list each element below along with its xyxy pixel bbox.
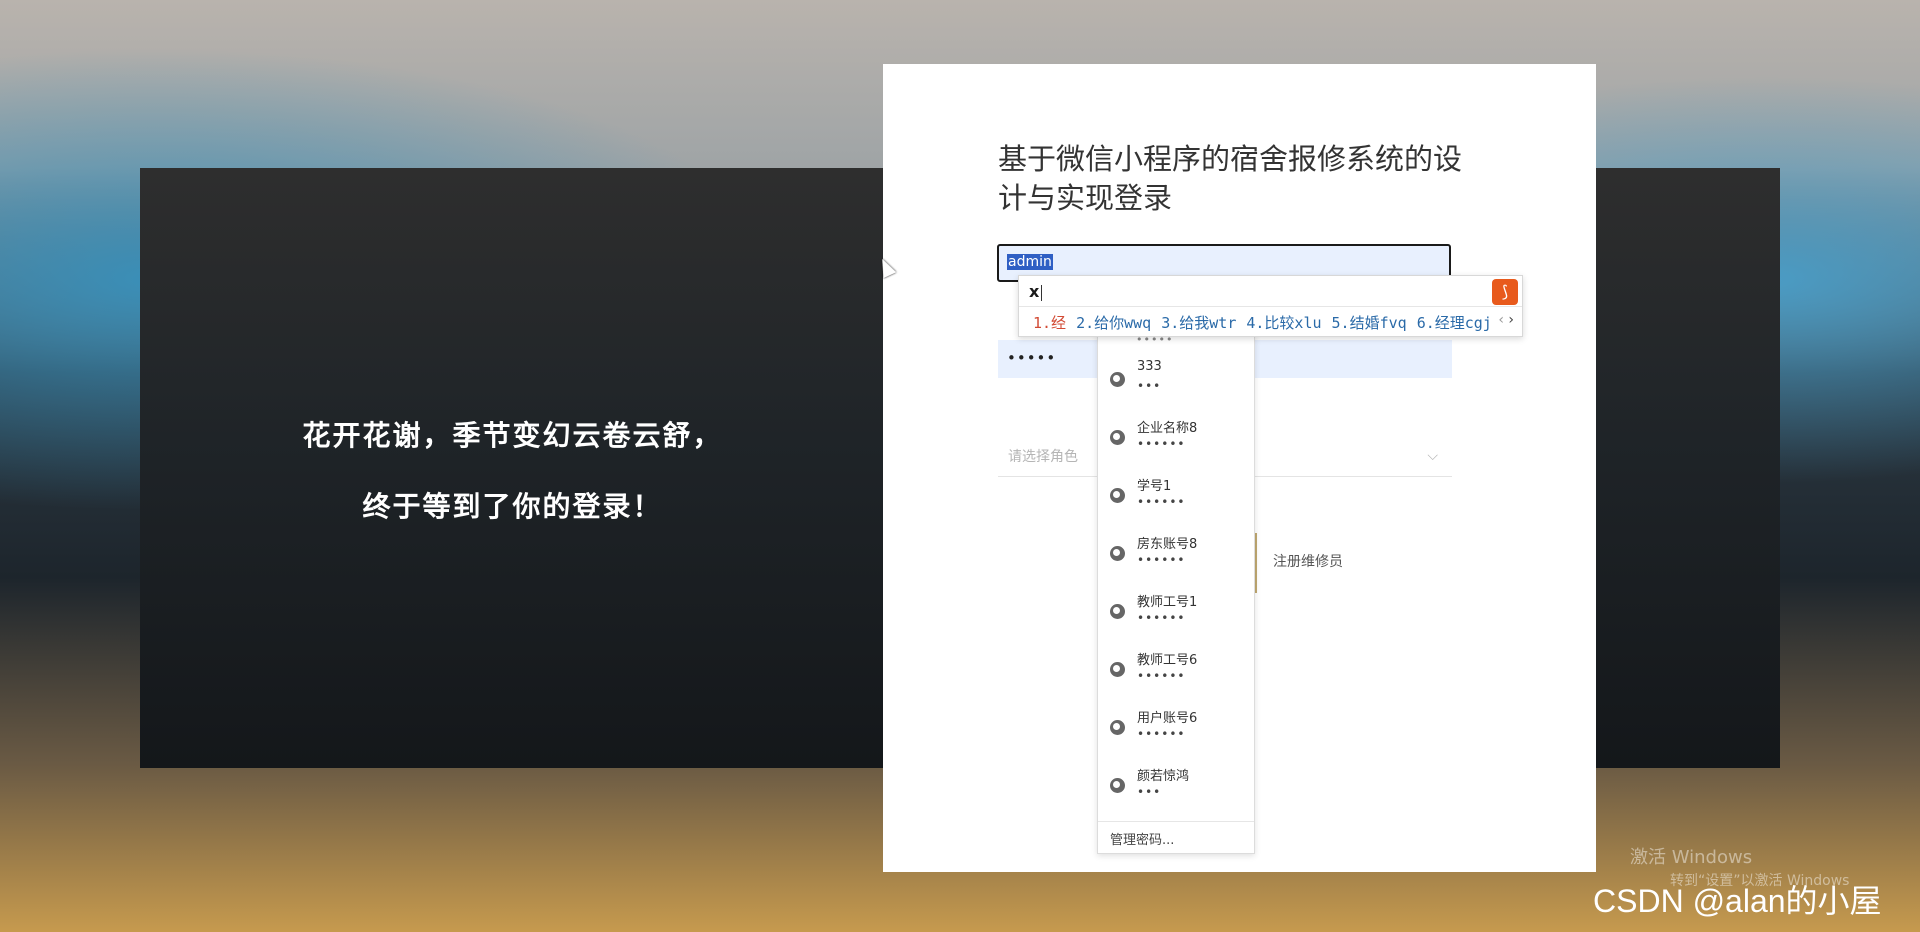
saved-username: 333 <box>1137 359 1162 374</box>
saved-username: 房东账号8 <box>1137 537 1198 552</box>
saved-password-item[interactable]: 房东账号8 •••••• <box>1098 527 1254 585</box>
ime-input-text: x <box>1029 282 1040 301</box>
saved-password-mask: ••• <box>1137 785 1162 799</box>
password-value: ••••• <box>1007 349 1057 367</box>
saved-password-item[interactable]: 企业名称8 •••••• <box>1098 411 1254 469</box>
saved-password-mask: •••••• <box>1137 611 1186 625</box>
globe-icon <box>1110 488 1125 503</box>
saved-password-mask: •••••• <box>1137 669 1186 683</box>
saved-username: 学号1 <box>1137 479 1172 494</box>
saved-password-mask: •••••• <box>1137 727 1186 741</box>
saved-username: 教师工号1 <box>1137 595 1198 610</box>
saved-username: 用户账号6 <box>1137 711 1198 726</box>
sogou-logo-icon[interactable]: ⟆ <box>1492 279 1518 305</box>
globe-icon <box>1110 372 1125 387</box>
ime-candidate[interactable]: 1.经 <box>1033 314 1066 332</box>
chevron-left-icon[interactable]: ‹ <box>1498 312 1504 328</box>
globe-icon <box>1110 662 1125 677</box>
globe-icon <box>1110 430 1125 445</box>
windows-activation-watermark: 激活 Windows <box>1630 847 1753 868</box>
saved-password-item[interactable]: 学号1 •••••• <box>1098 469 1254 527</box>
saved-password-item[interactable]: 用户账号6 •••••• <box>1098 701 1254 759</box>
page-title: 基于微信小程序的宿舍报修系统的设计与实现登录 <box>998 142 1463 215</box>
ime-candidate[interactable]: 2.给你wwq <box>1076 314 1151 332</box>
slogan-line-1: 花开花谢，季节变幻云卷云舒， <box>302 419 723 452</box>
saved-password-mask: •••••• <box>1137 495 1186 509</box>
text-caret <box>1041 284 1043 301</box>
globe-icon <box>1110 546 1125 561</box>
chevron-right-icon[interactable]: › <box>1508 312 1514 328</box>
ime-candidate[interactable]: 3.给我wtr <box>1161 314 1236 332</box>
saved-password-item[interactable]: 颜若惊鸿 ••• <box>1098 759 1254 817</box>
saved-username: 企业名称8 <box>1137 421 1198 436</box>
ime-candidate[interactable]: 5.结婚fvq <box>1332 314 1407 332</box>
ime-candidate-list: 1.经 2.给你wwq 3.给我wtr 4.比较xlu 5.结婚fvq 6.经理cgj <box>1033 312 1502 333</box>
ime-candidate-window: x ⟆ 1.经 2.给你wwq 3.给我wtr 4.比较xlu 5.结婚fvq 6.经理c… <box>1018 275 1523 337</box>
register-repairman-link[interactable]: 注册维修员 <box>1273 551 1343 571</box>
dropdown-divider <box>1098 821 1254 822</box>
saved-password-mask: ••• <box>1137 379 1162 393</box>
slogan-line-2: 终于等到了你的登录！ <box>362 490 663 523</box>
saved-password-dropdown: ••••• 333 ••• 企业名称8 •••••• 学号1 •••••• 房东账号8 •••… <box>1097 332 1255 854</box>
ime-divider <box>1019 306 1522 307</box>
saved-password-item[interactable]: 教师工号1 •••••• <box>1098 585 1254 643</box>
ime-page-arrows: ‹ › <box>1498 312 1514 328</box>
globe-icon <box>1110 720 1125 735</box>
saved-username: 颜若惊鸿 <box>1137 769 1190 784</box>
saved-password-mask: •••••• <box>1137 553 1186 567</box>
saved-password-item[interactable]: 333 ••• <box>1098 353 1254 411</box>
role-placeholder: 请选择角色 <box>1008 449 1078 465</box>
saved-username: 教师工号6 <box>1137 653 1198 668</box>
username-value: admin <box>1007 254 1053 270</box>
chevron-down-icon: ⌵ <box>1427 448 1438 464</box>
ime-candidate[interactable]: 6.经理cgj <box>1417 314 1492 332</box>
saved-password-mask: •••••• <box>1137 437 1186 451</box>
manage-passwords-link[interactable]: 管理密码... <box>1110 829 1174 848</box>
csdn-watermark: CSDN @alan的小屋 <box>1593 883 1882 919</box>
globe-icon <box>1110 778 1125 793</box>
saved-password-item[interactable]: 教师工号6 •••••• <box>1098 643 1254 701</box>
ime-candidate[interactable]: 4.比较xlu <box>1246 314 1321 332</box>
globe-icon <box>1110 604 1125 619</box>
ime-composition: x <box>1029 282 1043 301</box>
